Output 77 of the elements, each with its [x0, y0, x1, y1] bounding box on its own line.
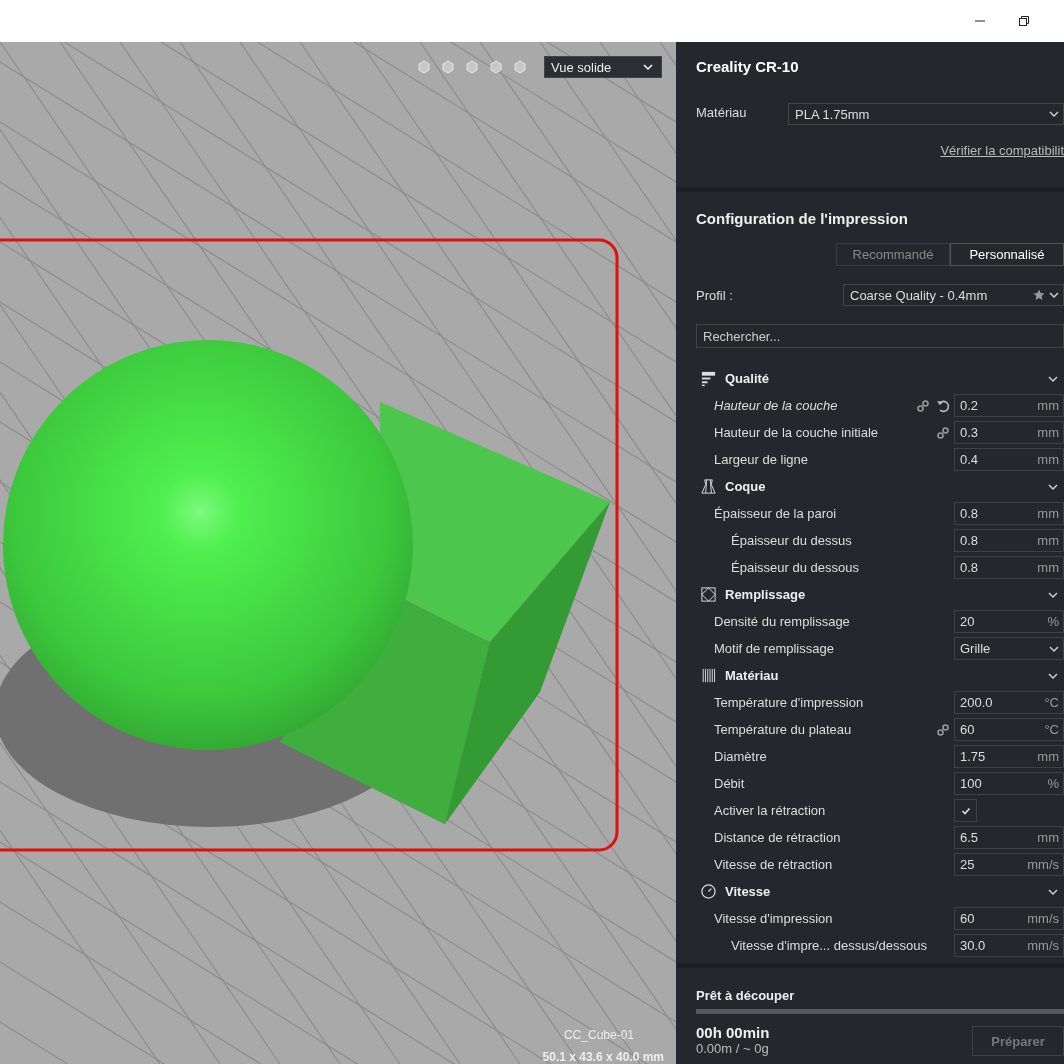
filament-icon [700, 667, 717, 684]
checkmark-icon [960, 805, 971, 816]
setting-label: Épaisseur de la paroi [713, 506, 838, 521]
layers-icon [700, 370, 717, 387]
link-icon[interactable] [936, 425, 950, 440]
setting-field[interactable]: 0.8 mm [954, 502, 1064, 525]
chevron-down-icon [1048, 590, 1058, 599]
profile-select[interactable]: Coarse Quality - 0.4mm [843, 284, 1064, 306]
setting-label: Température du plateau [713, 722, 853, 737]
search-field[interactable]: Rechercher... [696, 324, 1064, 348]
profile-label: Profil : [696, 287, 734, 303]
setting-field[interactable]: 0.8 mm [954, 556, 1064, 579]
category-header[interactable]: Matériau [696, 662, 1064, 689]
setting-label: Densité du remplissage [713, 614, 851, 629]
speedometer-icon [700, 883, 717, 900]
category-header[interactable]: Coque [696, 473, 1064, 500]
mode-tab[interactable]: Recommandé [836, 243, 950, 266]
star-icon [1033, 289, 1045, 301]
3d-viewport[interactable]: Vue solide CC_Cube-01 50.1 x 43.6 x 40.0 mm [0, 42, 676, 1064]
infill-icon [700, 586, 717, 603]
setting-label: Diamètre [713, 749, 768, 764]
setting-label: Motif de remplissage [713, 641, 835, 656]
chevron-down-icon [643, 63, 653, 71]
category-header[interactable]: Qualité [696, 365, 1064, 392]
slice-status-title: Prêt à découper [696, 988, 796, 1003]
setting-field[interactable]: 25 mm/s [954, 853, 1064, 876]
setting-label: Vitesse de rétraction [713, 857, 834, 872]
setting-label: Vitesse d'impre... dessus/dessous [730, 938, 928, 953]
mode-tab[interactable]: Personnalisé [950, 243, 1064, 266]
setting-field[interactable]: 60 °C [954, 718, 1064, 741]
printer-name: Creality CR-10 [696, 58, 800, 75]
setting-label: Distance de rétraction [713, 830, 842, 845]
setting-label: Vitesse d'impression [713, 911, 834, 926]
setting-select[interactable]: Grille [954, 637, 1064, 660]
chevron-down-icon [1049, 291, 1059, 299]
setting-field[interactable]: 1.75 mm [954, 745, 1064, 768]
chevron-down-icon [1048, 482, 1058, 491]
setting-field[interactable]: 60 mm/s [954, 907, 1064, 930]
link-icon[interactable] [916, 398, 930, 413]
shell-icon [700, 478, 717, 495]
setting-field[interactable]: 0.4 mm [954, 448, 1064, 471]
setting-field[interactable]: 20 % [954, 610, 1064, 633]
print-time: 00h 00min [696, 1024, 770, 1041]
reset-icon[interactable] [936, 398, 950, 413]
setting-label: Largeur de ligne [713, 452, 809, 467]
category-header[interactable]: Vitesse [696, 878, 1064, 905]
setting-label: Hauteur de la couche [713, 398, 839, 413]
setting-field[interactable]: 100 % [954, 772, 1064, 795]
chevron-down-icon [1048, 671, 1058, 680]
setting-field[interactable]: 30.0 mm/s [954, 934, 1064, 957]
setting-field[interactable]: 0.2 mm [954, 394, 1064, 417]
restore-icon [1018, 15, 1030, 27]
chevron-down-icon [1048, 374, 1058, 383]
compatibility-link[interactable]: Vérifier la compatibilit [940, 143, 1064, 158]
setting-label: Température d'impression [713, 695, 865, 710]
chevron-down-icon [1049, 110, 1059, 118]
link-icon[interactable] [936, 722, 950, 737]
chevron-down-icon [1049, 644, 1059, 653]
view-mode-select[interactable]: Vue solide [544, 56, 662, 78]
setting-label: Débit [713, 776, 746, 791]
setting-field[interactable]: 200.0 °C [954, 691, 1064, 714]
setting-label: Épaisseur du dessous [730, 560, 860, 575]
setting-label: Hauteur de la couche initiale [713, 425, 880, 440]
setting-label: Activer la rétraction [713, 803, 827, 818]
object-dimensions: 50.1 x 43.6 x 40.0 mm [542, 1050, 664, 1064]
material-select[interactable]: PLA 1.75mm [788, 103, 1064, 125]
chevron-down-icon [1048, 887, 1058, 896]
material-usage: 0.00m / ~ 0g [696, 1041, 770, 1056]
section-title: Configuration de l'impression [696, 210, 909, 227]
setting-field[interactable]: 0.8 mm [954, 529, 1064, 552]
setting-field[interactable]: 6.5 mm [954, 826, 1064, 849]
setting-field[interactable]: 0.3 mm [954, 421, 1064, 444]
setting-checkbox[interactable] [954, 799, 977, 822]
category-header[interactable]: Remplissage [696, 581, 1064, 608]
material-label: Matériau [696, 104, 748, 120]
object-name: CC_Cube-01 [563, 1028, 634, 1042]
setting-label: Épaisseur du dessus [730, 533, 853, 548]
